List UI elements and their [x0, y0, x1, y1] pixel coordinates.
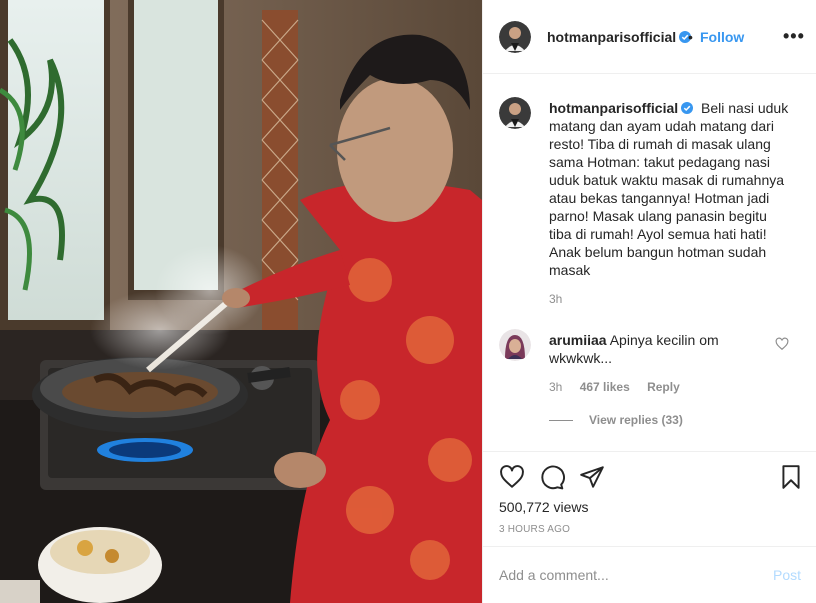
comment-icon[interactable]: [539, 464, 565, 490]
view-replies-button[interactable]: View replies (33): [589, 413, 683, 427]
caption-username[interactable]: hotmanparisofficial: [549, 100, 694, 116]
post-video[interactable]: [0, 0, 482, 603]
post-actions: 500,772 views 3 HOURS AGO: [483, 451, 816, 546]
avatar[interactable]: [499, 21, 531, 53]
view-count[interactable]: 500,772 views: [499, 499, 589, 515]
separator-dot: •: [688, 29, 693, 45]
video-frame: [0, 0, 482, 603]
comment-input[interactable]: [499, 565, 749, 585]
more-options-icon[interactable]: •••: [783, 26, 805, 47]
comment-likes[interactable]: 467 likes: [580, 380, 630, 394]
post-details-panel: hotmanparisofficial • Follow ••• hotmanp…: [482, 0, 816, 603]
small-heart-icon[interactable]: [775, 337, 789, 351]
comment-meta: 3h 467 likes Reply: [549, 380, 694, 394]
commenter-username[interactable]: arumiiaa: [549, 332, 607, 348]
comment: arumiiaa Apinya kecilin om wkwkwk...: [549, 331, 759, 367]
add-comment-bar: Post: [483, 546, 816, 603]
caption-username-text[interactable]: hotmanparisofficial: [549, 100, 678, 116]
heart-icon[interactable]: [499, 464, 525, 490]
bookmark-icon[interactable]: [778, 464, 804, 490]
post-header: hotmanparisofficial • Follow •••: [483, 0, 816, 74]
caption-avatar[interactable]: [499, 97, 531, 129]
post-comment-button[interactable]: Post: [773, 567, 801, 583]
comment-timestamp[interactable]: 3h: [549, 380, 562, 394]
share-icon[interactable]: [579, 464, 605, 490]
username-text[interactable]: hotmanparisofficial: [547, 29, 676, 45]
caption-text: Beli nasi uduk matang dan ayam udah mata…: [549, 100, 789, 278]
caption-timestamp[interactable]: 3h: [549, 292, 562, 306]
reply-button[interactable]: Reply: [647, 380, 680, 394]
follow-button[interactable]: Follow: [700, 29, 744, 45]
verified-badge-icon: [681, 102, 694, 114]
replies-divider: [549, 420, 573, 421]
post-author-username[interactable]: hotmanparisofficial: [547, 29, 692, 45]
post-caption: hotmanparisofficial Beli nasi uduk matan…: [549, 99, 793, 279]
commenter-avatar[interactable]: [499, 329, 531, 361]
post-timestamp[interactable]: 3 HOURS AGO: [499, 524, 570, 535]
